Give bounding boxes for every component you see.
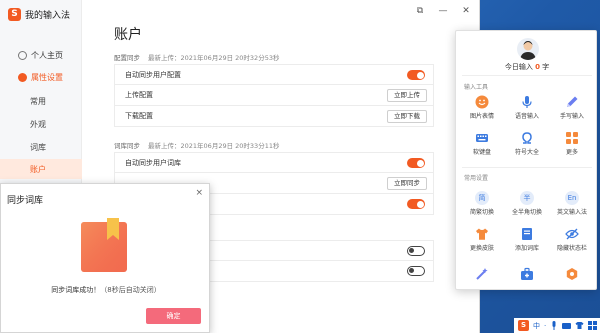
dict-sync-header: 词库同步 最新上传：2021年06月29日 20时33分11秒 — [114, 142, 280, 150]
restore-button[interactable]: ⧉ — [415, 6, 425, 16]
sidebar-item-label: 外观 — [30, 119, 46, 129]
tool-image-emoji[interactable]: 图片表情 — [462, 95, 502, 120]
sidebar-item-account[interactable]: 账户 — [0, 159, 82, 179]
config-last-upload: 最新上传：2021年06月29日 20时32分53秒 — [148, 54, 280, 62]
english-input-mode[interactable]: En 英文输入法 — [552, 191, 592, 216]
auto-sync-config-row: 自动同步用户配置 — [114, 64, 434, 85]
divider — [462, 75, 592, 76]
tools-group-label: 输入工具 — [464, 84, 489, 91]
upload-config-row: 上传配置 立即上传 — [114, 85, 434, 106]
gear-icon — [18, 72, 27, 82]
tray-keyboard-icon[interactable] — [562, 321, 572, 330]
pen-icon — [567, 96, 578, 107]
sidebar-item-label: 账户 — [30, 164, 46, 174]
english-icon: En — [565, 191, 579, 205]
dict-last-upload: 最新上传：2021年06月29日 20时33分11秒 — [148, 142, 280, 150]
sidebar-item-dictionary[interactable]: 词库 — [0, 137, 82, 157]
hide-status-bar[interactable]: 隐藏状态栏 — [552, 227, 592, 252]
sidebar-item-label: 属性设置 — [31, 72, 63, 82]
sync-dictionary-dialog: 同步词库 × 同步词库成功！（8秒后自动关闭） 确定 — [0, 183, 210, 333]
sidebar-item-label: 个人主页 — [31, 50, 63, 60]
dialog-title: 同步词库 — [7, 196, 44, 206]
toolbox-icon[interactable] — [520, 267, 534, 281]
settings-group-label: 常用设置 — [464, 175, 489, 182]
smile-icon — [475, 95, 489, 109]
setting-toggle[interactable] — [407, 199, 425, 209]
dialog-message: 同步词库成功！（8秒后自动关闭） — [51, 286, 161, 294]
tool-symbols[interactable]: 符号大全 — [507, 131, 547, 156]
tray-clothes-icon[interactable] — [575, 321, 584, 330]
config-sync-header: 配置同步 最新上传：2021年06月29日 20时32分53秒 — [114, 54, 280, 62]
taskbar-tray: S 中 · — [514, 318, 600, 333]
upload-now-button[interactable]: 立即上传 — [387, 89, 427, 102]
auto-sync-config-toggle[interactable] — [407, 70, 425, 80]
sidebar-item-appearance[interactable]: 外观 — [0, 114, 82, 134]
dictionary-book-icon — [81, 218, 127, 272]
avatar-icon — [520, 41, 536, 60]
omega-icon — [522, 132, 532, 144]
tool-handwriting[interactable]: 手写输入 — [552, 95, 592, 120]
tool-soft-keyboard[interactable]: 软键盘 — [462, 131, 502, 156]
ok-button[interactable]: 确定 — [146, 308, 201, 324]
input-toolbox-panel: 今日输入 0 字 输入工具 图片表情 语音输入 手写输入 软键盘 符号大全 更多… — [455, 30, 597, 290]
eye-off-icon — [565, 228, 579, 240]
half-width-icon: 半 — [520, 191, 534, 205]
sidebar-item-common[interactable]: 常用 — [0, 91, 82, 111]
grid-icon — [566, 132, 578, 144]
close-button[interactable]: ✕ — [461, 6, 471, 16]
setting-toggle-off[interactable] — [407, 246, 425, 256]
dialog-hint: （8秒后自动关闭） — [100, 286, 161, 294]
auto-sync-dict-row: 自动同步用户词库 — [114, 152, 434, 173]
auto-sync-dict-toggle[interactable] — [407, 158, 425, 168]
shirt-icon — [476, 228, 488, 240]
microphone-icon — [522, 96, 532, 108]
sidebar-item-preferences[interactable]: 属性设置 — [0, 67, 82, 87]
tray-ime-logo-icon[interactable]: S — [518, 320, 529, 331]
sidebar-item-profile[interactable]: 个人主页 — [0, 45, 82, 65]
change-skin[interactable]: 更换皮肤 — [462, 227, 502, 252]
simplified-icon: 简 — [475, 191, 489, 205]
page-title: 账户 — [114, 27, 142, 43]
user-icon — [18, 50, 27, 60]
add-dictionary[interactable]: 添加词库 — [507, 227, 547, 252]
today-input-count: 今日输入 0 字 — [504, 63, 550, 71]
app-title: 我的输入法 — [25, 11, 71, 21]
toggle-simplified-traditional[interactable]: 简 简繁切换 — [462, 191, 502, 216]
avatar[interactable] — [517, 38, 539, 60]
sidebar-item-label: 词库 — [30, 142, 46, 152]
magic-wand-icon[interactable] — [475, 267, 489, 281]
hexagon-settings-icon[interactable] — [565, 267, 579, 281]
tray-ime-mode[interactable]: 中 — [533, 321, 540, 331]
tray-microphone-icon[interactable] — [550, 321, 558, 330]
setting-toggle-off[interactable] — [407, 266, 425, 276]
app-logo: S 我的输入法 — [8, 8, 70, 21]
book-icon — [522, 228, 532, 240]
tool-voice-input[interactable]: 语音输入 — [507, 95, 547, 120]
dialog-close-button[interactable]: × — [195, 188, 203, 198]
sync-now-button[interactable]: 立即同步 — [387, 177, 427, 190]
tray-punctuation-icon[interactable]: · — [544, 322, 546, 330]
download-now-button[interactable]: 立即下载 — [387, 110, 427, 123]
tool-more[interactable]: 更多 — [552, 131, 592, 156]
minimize-button[interactable]: — — [438, 6, 448, 16]
keyboard-icon — [476, 134, 488, 142]
app-logo-icon: S — [8, 8, 21, 21]
toggle-full-half-width[interactable]: 半 全半角切换 — [507, 191, 547, 216]
tray-grid-icon[interactable] — [588, 321, 598, 330]
sidebar-item-label: 常用 — [30, 96, 46, 106]
download-config-row: 下载配置 立即下载 — [114, 106, 434, 127]
divider — [462, 167, 592, 168]
